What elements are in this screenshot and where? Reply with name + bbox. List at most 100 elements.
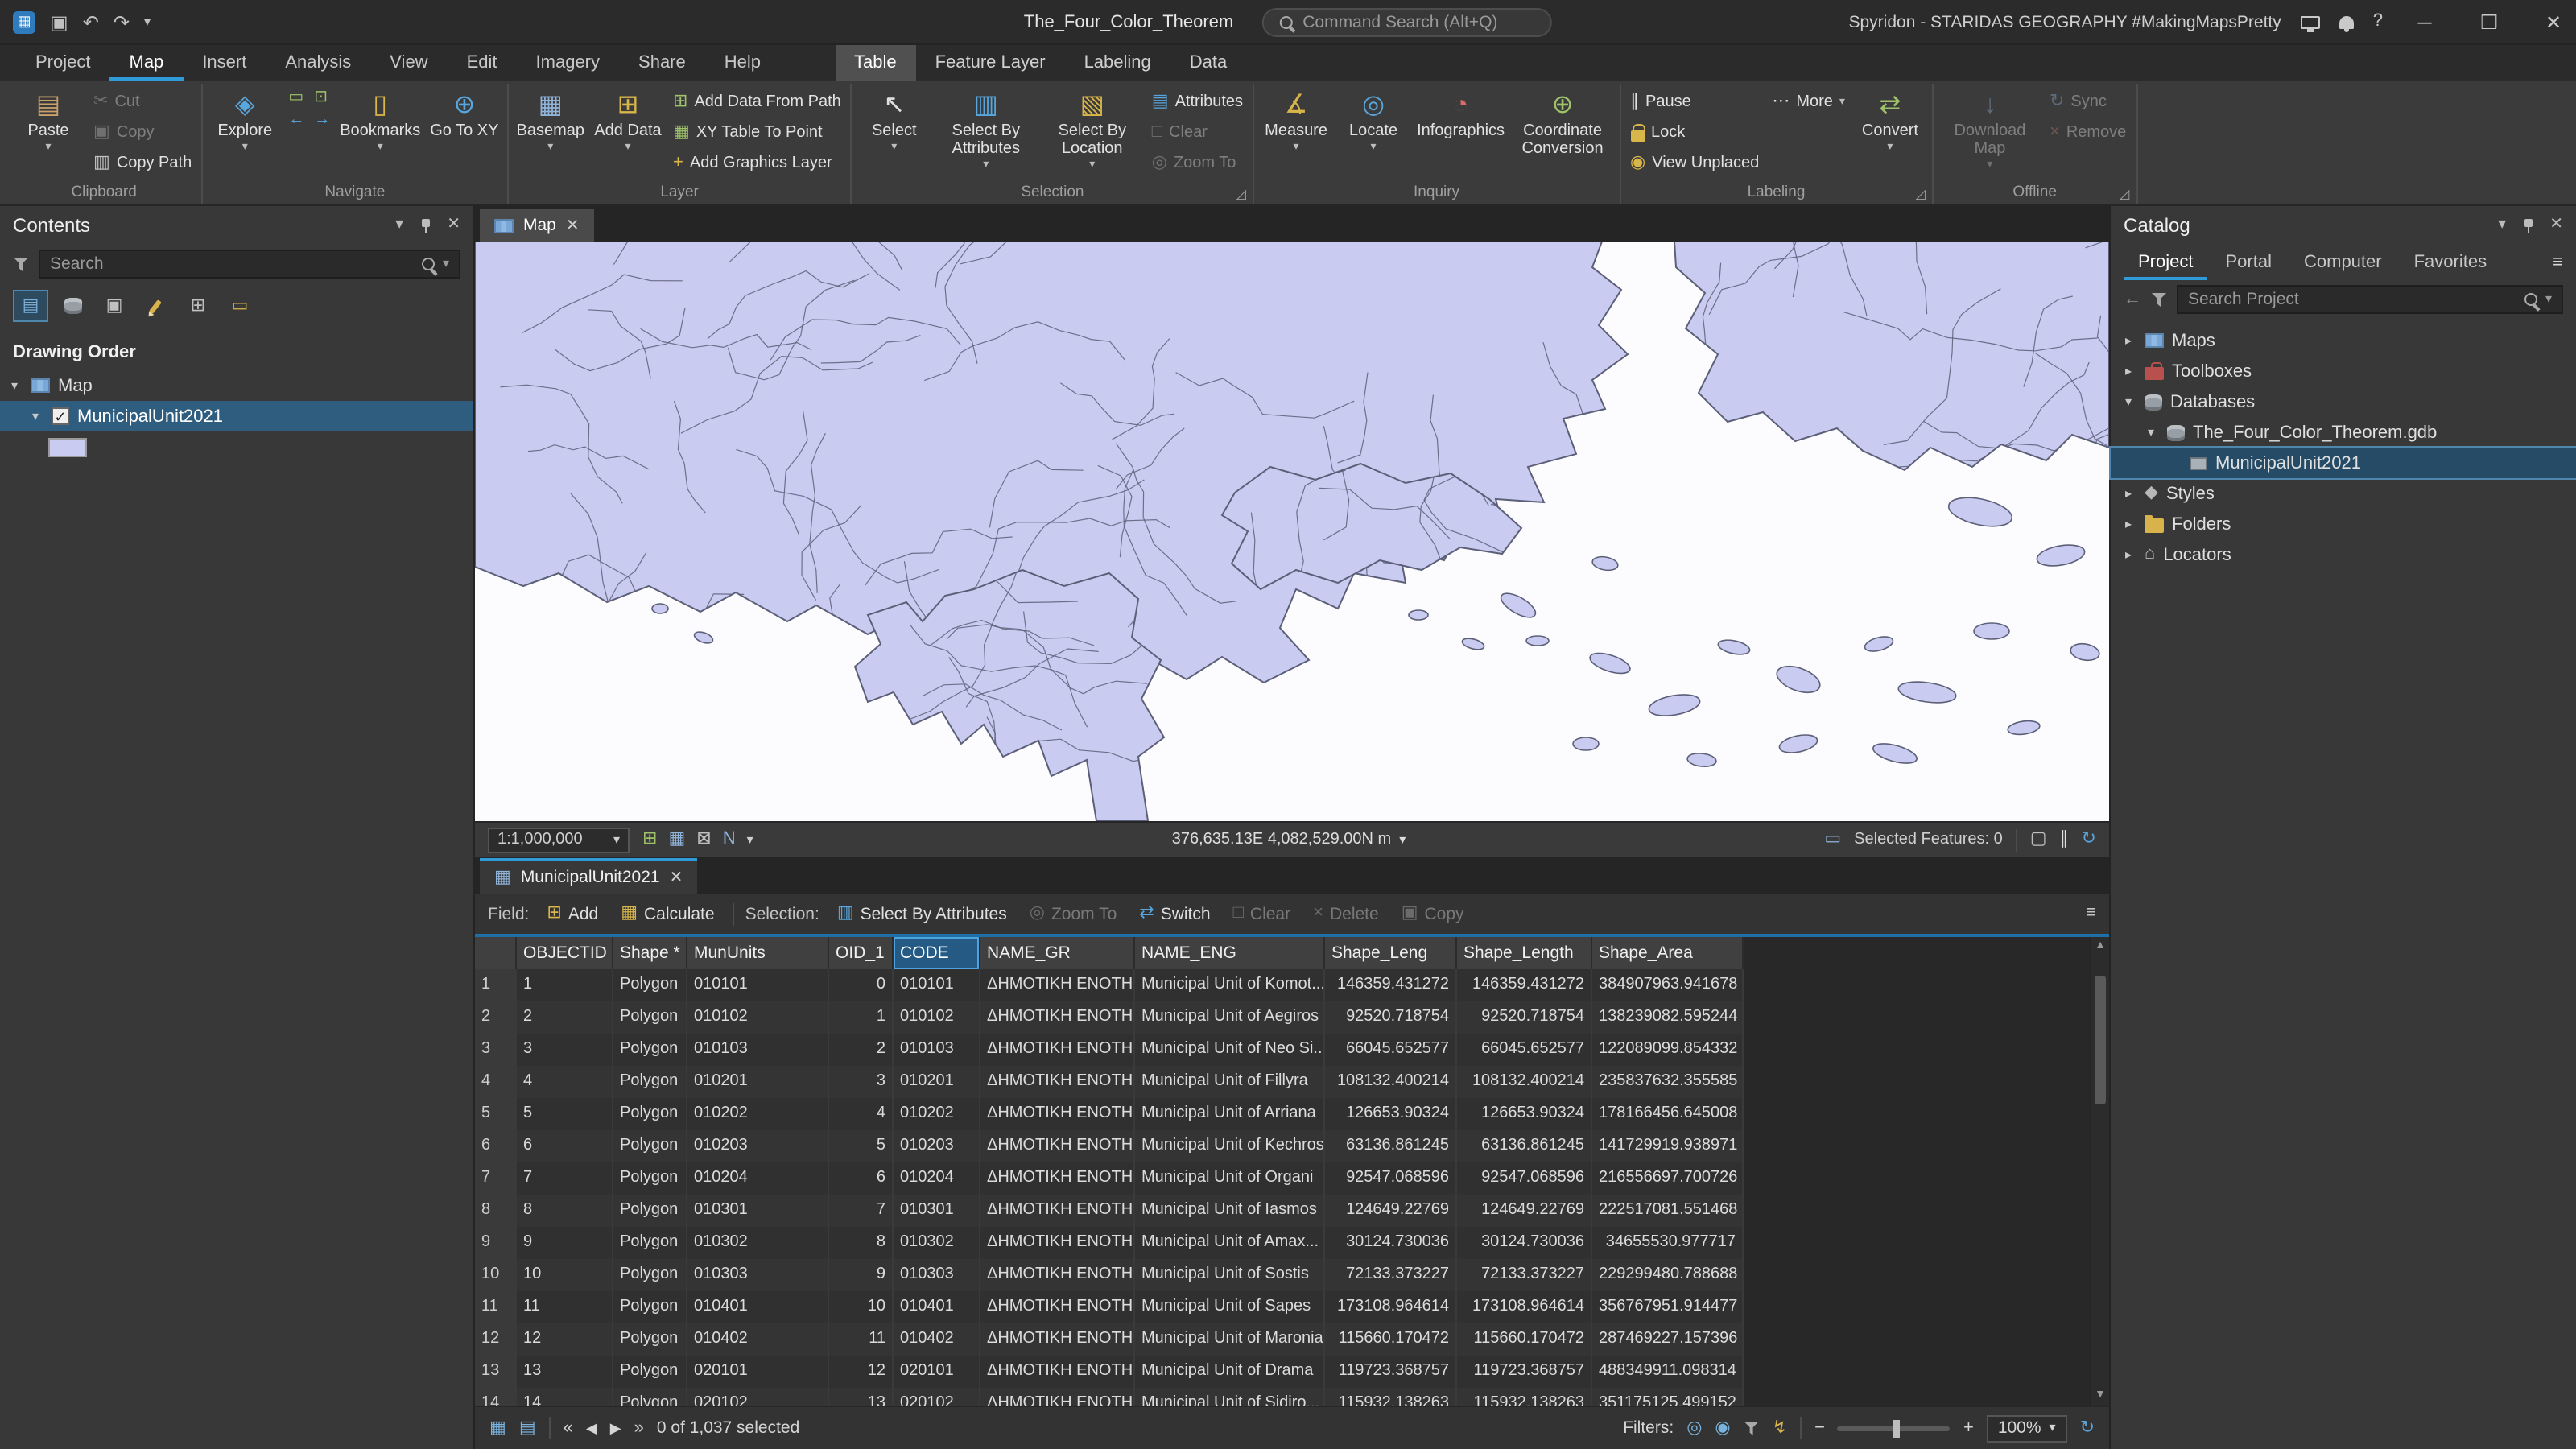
cell-oid-1[interactable]: 2 xyxy=(829,1034,894,1066)
contents-toolbar-drawing-order[interactable]: ▤ xyxy=(13,290,48,322)
contents-search[interactable]: ▾ xyxy=(39,250,460,279)
cell-mununits[interactable]: 010102 xyxy=(687,1001,829,1034)
catalog-search-input[interactable] xyxy=(2188,290,2516,309)
ribbon-tab-help[interactable]: Help xyxy=(705,45,780,80)
cell-objectid[interactable]: 9 xyxy=(517,1227,613,1259)
bookmark-add-icon[interactable]: ⊞ xyxy=(642,831,657,848)
cell-name-gr[interactable]: ΔΗΜΟΤΙΚΗ ΕΝΟΤΗΤΑ... xyxy=(980,1227,1135,1259)
cell-code[interactable]: 020101 xyxy=(894,1356,980,1388)
dialog-launcher-icon[interactable]: ◿ xyxy=(2120,187,2129,201)
cell-oid-1[interactable]: 10 xyxy=(829,1291,894,1323)
expand-icon[interactable]: ▸ xyxy=(2120,486,2136,501)
cell-objectid[interactable]: 12 xyxy=(517,1323,613,1356)
table-toolbar-button-select-by-attributes[interactable]: ▥Select By Attributes xyxy=(831,901,1013,927)
command-search-input[interactable] xyxy=(1302,12,1534,31)
table-zoom-slider[interactable] xyxy=(1838,1426,1951,1430)
redo-icon[interactable]: ↷ xyxy=(114,12,130,31)
cell-code[interactable]: 010201 xyxy=(894,1066,980,1098)
cell-shape-area[interactable]: 351175125.499152 xyxy=(1592,1388,1744,1406)
cell-shape[interactable]: Polygon xyxy=(613,1323,687,1356)
cell-mununits[interactable]: 010103 xyxy=(687,1034,829,1066)
catalog-tab-favorites[interactable]: Favorites xyxy=(2400,245,2502,280)
ribbon-button-measure[interactable]: ∡Measure▾ xyxy=(1259,87,1333,156)
table-row-12[interactable]: 1212Polygon01040211010402ΔΗΜΟΤΙΚΗ ΕΝΟΤΗΤ… xyxy=(475,1323,1744,1356)
catalog-tab-project[interactable]: Project xyxy=(2124,245,2208,280)
cell-name-gr[interactable]: ΔΗΜΟΤΙΚΗ ΕΝΟΤΗΤΑ Ι... xyxy=(980,1195,1135,1227)
table-view-icon[interactable]: ▦ xyxy=(489,1419,506,1437)
cell-code[interactable]: 010101 xyxy=(894,969,980,1001)
cell-name-eng[interactable]: Municipal Unit of Amax... xyxy=(1135,1227,1325,1259)
table-zoom-level[interactable]: 100% ▾ xyxy=(1987,1414,2067,1442)
table-toolbar-button-add[interactable]: ⊞Add xyxy=(540,901,605,927)
cell-shape-leng[interactable]: 115932.138263 xyxy=(1325,1388,1457,1406)
ribbon-button-locate[interactable]: ◎Locate▾ xyxy=(1336,87,1410,156)
ribbon-button-fixed-zoom[interactable]: ⊡ xyxy=(311,87,333,108)
expand-icon[interactable]: ▸ xyxy=(2120,364,2136,378)
restore-button[interactable]: ❒ xyxy=(2467,0,2512,43)
cell-shape-length[interactable]: 173108.964614 xyxy=(1457,1291,1592,1323)
table-toolbar-button-switch[interactable]: ⇄Switch xyxy=(1133,901,1216,927)
form-view-icon[interactable]: ▤ xyxy=(519,1419,536,1437)
close-tab-icon[interactable]: ✕ xyxy=(670,869,683,886)
cell-shape[interactable]: Polygon xyxy=(613,1001,687,1034)
cell-shape-area[interactable]: 178166456.645008 xyxy=(1592,1098,1744,1130)
cell-mununits[interactable]: 010203 xyxy=(687,1130,829,1162)
cell-shape-length[interactable]: 108132.400214 xyxy=(1457,1066,1592,1098)
table-row-1[interactable]: 11Polygon0101010010101ΔΗΜΟΤΙΚΗ ΕΝΟΤΗΤΑ..… xyxy=(475,969,1744,1001)
row-number[interactable]: 13 xyxy=(475,1356,517,1388)
table-row-8[interactable]: 88Polygon0103017010301ΔΗΜΟΤΙΚΗ ΕΝΟΤΗΤΑ Ι… xyxy=(475,1195,1744,1227)
ribbon-button-coordinate-conversion[interactable]: ⊕Coordinate Conversion xyxy=(1511,87,1614,161)
cell-oid-1[interactable]: 8 xyxy=(829,1227,894,1259)
table-row-4[interactable]: 44Polygon0102013010201ΔΗΜΟΤΙΚΗ ΕΝΟΤΗΤΑ..… xyxy=(475,1066,1744,1098)
contents-toolbar-snapping[interactable]: ⊞ xyxy=(180,290,216,322)
cell-objectid[interactable]: 5 xyxy=(517,1098,613,1130)
cell-oid-1[interactable]: 9 xyxy=(829,1259,894,1291)
undo-icon[interactable]: ↶ xyxy=(83,12,99,31)
layer-visibility-checkbox[interactable]: ✓ xyxy=(52,407,69,425)
table-row-11[interactable]: 1111Polygon01040110010401ΔΗΜΟΤΙΚΗ ΕΝΟΤΗΤ… xyxy=(475,1291,1744,1323)
cell-shape-length[interactable]: 119723.368757 xyxy=(1457,1356,1592,1388)
row-number[interactable]: 1 xyxy=(475,969,517,1001)
row-number[interactable]: 7 xyxy=(475,1162,517,1195)
command-search[interactable] xyxy=(1262,7,1552,36)
cell-code[interactable]: 020102 xyxy=(894,1388,980,1406)
cell-objectid[interactable]: 13 xyxy=(517,1356,613,1388)
table-row-2[interactable]: 22Polygon0101021010102ΔΗΜΟΤΙΚΗ ΕΝΟΤΗΤΑ..… xyxy=(475,1001,1744,1034)
expand-icon[interactable]: ▸ xyxy=(2120,547,2136,562)
scrollbar-thumb[interactable] xyxy=(2095,976,2106,1104)
close-button[interactable]: ✕ xyxy=(2531,0,2576,43)
refresh-icon[interactable]: ↻ xyxy=(2082,831,2096,848)
chevron-down-icon[interactable]: ▾ xyxy=(2545,293,2552,306)
catalog-item-locators[interactable]: ▸⌂Locators xyxy=(2111,539,2576,570)
last-record-icon[interactable]: » xyxy=(634,1419,644,1437)
attribute-table-tab[interactable]: ▦ MunicipalUnit2021 ✕ xyxy=(480,858,697,894)
cell-name-eng[interactable]: Municipal Unit of Fillyra xyxy=(1135,1066,1325,1098)
cell-oid-1[interactable]: 0 xyxy=(829,969,894,1001)
scroll-up-icon[interactable]: ▲ xyxy=(2091,937,2109,956)
ribbon-button-view-unplaced[interactable]: ◉View Unplaced xyxy=(1625,148,1764,177)
cell-name-eng[interactable]: Municipal Unit of Arriana xyxy=(1135,1098,1325,1130)
notifications-icon[interactable] xyxy=(2339,15,2354,28)
cell-shape[interactable]: Polygon xyxy=(613,1291,687,1323)
ribbon-button-select-by-attributes[interactable]: ▥Select By Attributes▾ xyxy=(935,87,1038,174)
pin-icon[interactable] xyxy=(2520,218,2535,233)
pause-drawing-icon[interactable]: ∥ xyxy=(2060,831,2069,848)
contextual-tab-data[interactable]: Data xyxy=(1170,45,1247,80)
catalog-item-the-four-color-theorem-gdb[interactable]: ▾The_Four_Color_Theorem.gdb xyxy=(2111,417,2576,448)
cell-objectid[interactable]: 2 xyxy=(517,1001,613,1034)
catalog-tab-computer[interactable]: Computer xyxy=(2289,245,2396,280)
contents-toolbar-selection-list[interactable]: ▣ xyxy=(97,290,132,322)
cell-shape-length[interactable]: 115932.138263 xyxy=(1457,1388,1592,1406)
row-number[interactable]: 11 xyxy=(475,1291,517,1323)
cell-code[interactable]: 010202 xyxy=(894,1098,980,1130)
cell-code[interactable]: 010204 xyxy=(894,1162,980,1195)
ribbon-button-full-extent[interactable]: ▭ xyxy=(285,87,308,108)
first-record-icon[interactable]: « xyxy=(564,1419,573,1437)
ribbon-button-select-by-location[interactable]: ▧Select By Location▾ xyxy=(1041,87,1144,174)
catalog-tab-portal[interactable]: Portal xyxy=(2211,245,2287,280)
ribbon-tab-insert[interactable]: Insert xyxy=(183,45,266,80)
table-row-13[interactable]: 1313Polygon02010112020101ΔΗΜΟΤΙΚΗ ΕΝΟΤΗΤ… xyxy=(475,1356,1744,1388)
cell-shape[interactable]: Polygon xyxy=(613,1356,687,1388)
cell-shape-area[interactable]: 229299480.788688 xyxy=(1592,1259,1744,1291)
cell-mununits[interactable]: 010101 xyxy=(687,969,829,1001)
